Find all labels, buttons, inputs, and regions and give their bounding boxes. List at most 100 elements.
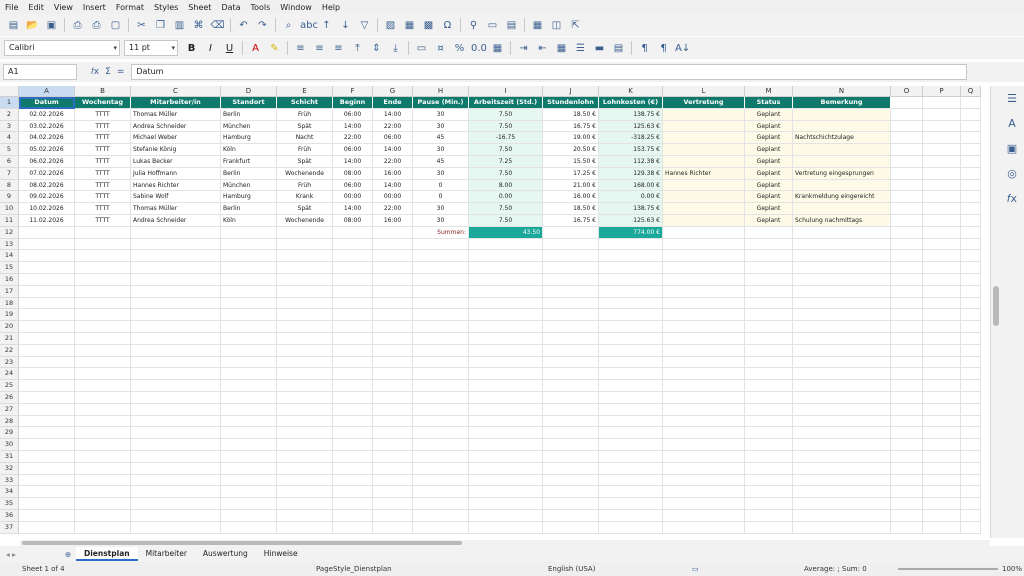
header-footer-icon[interactable]: ▤ — [504, 18, 519, 33]
menu-item-styles[interactable]: Styles — [149, 3, 183, 12]
cell[interactable] — [923, 439, 961, 451]
cell[interactable] — [543, 427, 599, 440]
cell[interactable] — [891, 321, 923, 333]
menu-item-insert[interactable]: Insert — [78, 3, 111, 12]
cell[interactable]: TTTT — [75, 132, 131, 145]
comment-icon[interactable]: ▭ — [485, 18, 500, 33]
cell[interactable]: Status — [745, 97, 793, 109]
cell[interactable]: Geplant — [745, 144, 793, 156]
cell[interactable] — [793, 474, 891, 487]
align-right-icon[interactable]: ≡ — [331, 41, 346, 56]
cell[interactable]: Früh — [277, 108, 333, 121]
cell[interactable] — [663, 203, 745, 215]
cell[interactable] — [923, 297, 961, 310]
cell[interactable] — [413, 521, 469, 534]
cell[interactable] — [75, 226, 131, 239]
cell[interactable] — [961, 439, 981, 451]
font-color-icon[interactable]: A — [248, 41, 263, 56]
cell[interactable] — [961, 238, 981, 251]
align-top-icon[interactable]: ⤒ — [350, 41, 365, 56]
cell[interactable] — [333, 451, 373, 463]
cell[interactable] — [663, 380, 745, 392]
cell[interactable] — [599, 403, 663, 416]
cell[interactable] — [923, 510, 961, 522]
cell[interactable] — [131, 474, 221, 487]
cell[interactable] — [469, 498, 543, 510]
cell[interactable]: Früh — [277, 144, 333, 156]
merge-cells-icon[interactable]: ▭ — [414, 41, 429, 56]
cell[interactable] — [543, 462, 599, 475]
cell[interactable] — [333, 238, 373, 251]
cell[interactable]: 03.02.2026 — [19, 120, 75, 133]
cell[interactable] — [277, 451, 333, 463]
cell[interactable] — [19, 474, 75, 487]
cell[interactable] — [333, 486, 373, 499]
cell[interactable] — [277, 380, 333, 392]
cell[interactable]: 0 — [413, 179, 469, 192]
cell[interactable] — [961, 415, 981, 428]
cell[interactable] — [923, 156, 961, 168]
cell[interactable] — [961, 156, 981, 168]
cell[interactable] — [923, 521, 961, 534]
cell[interactable] — [891, 439, 923, 451]
cell[interactable] — [333, 380, 373, 392]
cell[interactable]: 30 — [413, 108, 469, 121]
cell[interactable] — [333, 285, 373, 298]
cell[interactable]: Andrea Schneider — [131, 215, 221, 227]
cell[interactable] — [333, 474, 373, 487]
cell[interactable] — [333, 356, 373, 369]
cell[interactable] — [131, 462, 221, 475]
cell[interactable] — [745, 321, 793, 333]
row-header[interactable]: 2 — [0, 108, 19, 121]
cell[interactable] — [373, 439, 413, 451]
cell[interactable] — [75, 285, 131, 298]
cell[interactable] — [19, 521, 75, 534]
cell[interactable] — [891, 250, 923, 263]
cell[interactable] — [923, 474, 961, 487]
cell[interactable]: -318.25 € — [599, 132, 663, 145]
cell[interactable] — [745, 309, 793, 322]
cell[interactable]: 02.02.2026 — [19, 108, 75, 121]
cell[interactable]: Stundenlohn — [543, 97, 599, 109]
cell[interactable] — [961, 380, 981, 392]
cell[interactable]: Geplant — [745, 108, 793, 121]
column-header-b[interactable]: B — [75, 86, 131, 97]
cell[interactable] — [373, 238, 413, 251]
link-icon[interactable]: ⚲ — [466, 18, 481, 33]
cell[interactable]: Spät — [277, 120, 333, 133]
cell[interactable]: München — [221, 179, 277, 192]
cell[interactable]: Vertretung eingesprungen — [793, 167, 891, 180]
cell[interactable] — [923, 226, 961, 239]
cell[interactable] — [891, 238, 923, 251]
cell[interactable]: 00:00 — [373, 191, 413, 204]
open-icon[interactable]: 📂 — [25, 18, 40, 33]
cell[interactable] — [793, 285, 891, 298]
cell[interactable] — [961, 309, 981, 322]
find-icon[interactable]: ⌕ — [281, 18, 296, 33]
cell[interactable] — [793, 486, 891, 499]
cell[interactable] — [19, 333, 75, 345]
cell[interactable] — [923, 203, 961, 215]
cell[interactable] — [221, 498, 277, 510]
sort-descending-icon[interactable]: ↓ — [338, 18, 353, 33]
cell[interactable] — [277, 297, 333, 310]
cell[interactable]: 0 — [413, 191, 469, 204]
font-name-box[interactable]: Calibri ▾ — [4, 40, 120, 56]
border-style-icon[interactable]: ☰ — [573, 41, 588, 56]
cell[interactable] — [221, 415, 277, 428]
menu-item-sheet[interactable]: Sheet — [183, 3, 216, 12]
cell[interactable] — [663, 250, 745, 263]
cell[interactable] — [961, 203, 981, 215]
menu-item-tools[interactable]: Tools — [246, 3, 276, 12]
cell[interactable]: TTTT — [75, 215, 131, 227]
cell[interactable] — [277, 415, 333, 428]
scrollbar-thumb[interactable] — [993, 286, 999, 326]
row-header[interactable]: 4 — [0, 132, 19, 145]
cell[interactable] — [793, 368, 891, 381]
cell[interactable]: 129.38 € — [599, 167, 663, 180]
cell[interactable] — [891, 297, 923, 310]
cell[interactable] — [961, 486, 981, 499]
cell[interactable] — [373, 285, 413, 298]
cell[interactable] — [793, 403, 891, 416]
cell[interactable] — [599, 380, 663, 392]
